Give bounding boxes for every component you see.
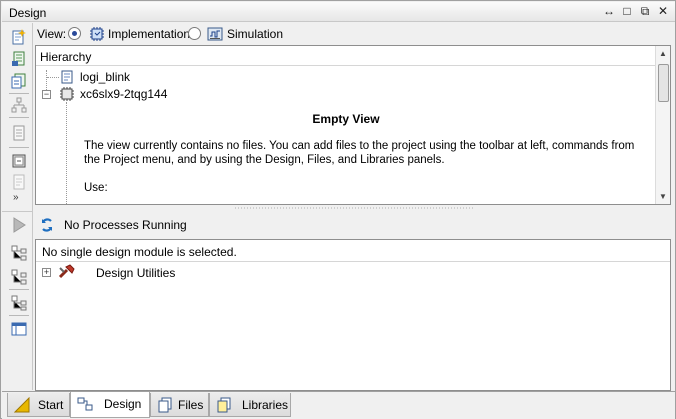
hierarchy-icon[interactable] [11, 97, 27, 113]
tab-start[interactable]: Start [7, 393, 70, 417]
open-without-updating-icon[interactable] [11, 125, 27, 141]
toolbar-separator [9, 93, 29, 94]
process-status-text: No Processes Running [64, 218, 187, 232]
tools-icon [58, 264, 75, 279]
toolbar-separator [9, 117, 29, 118]
empty-view-text: The view currently contains no files. Yo… [84, 140, 635, 166]
rerun-icon[interactable] [11, 295, 27, 311]
start-icon [14, 397, 30, 413]
float-panel-icon[interactable]: ↔ [603, 5, 615, 18]
design-panel: Design ↔ □ ⧉ ✕ » View: Implementation Si… [0, 0, 676, 419]
simulation-icon [207, 27, 223, 41]
restore-panel-icon[interactable]: ⧉ [639, 5, 651, 18]
hierarchy-view[interactable]: Hierarchy logi_blink − xc6slx9-2tqg144 E… [35, 45, 671, 205]
tree-item-logi-blink[interactable]: logi_blink [80, 70, 130, 84]
panel-title-bar: Design ↔ □ ⧉ ✕ [2, 2, 675, 22]
tree-item-device[interactable]: xc6slx9-2tqg144 [80, 87, 167, 101]
simulation-label[interactable]: Simulation [227, 27, 283, 41]
new-source-icon[interactable] [11, 29, 27, 45]
expand-icon[interactable]: + [42, 268, 51, 277]
view-selector-bar: View: Implementation Simulation [35, 23, 675, 45]
panel-tab-bar: Start Design Files Libraries [2, 391, 675, 419]
properties-icon[interactable] [11, 174, 27, 190]
refresh-icon[interactable] [39, 217, 55, 233]
process-properties-icon[interactable] [11, 321, 27, 337]
tab-start-label: Start [38, 398, 64, 412]
expand-all-icon[interactable] [11, 245, 27, 261]
scroll-down-icon[interactable]: ▼ [659, 192, 667, 201]
tab-libraries-label: Libraries [242, 398, 289, 412]
splitter-handle[interactable] [35, 206, 671, 210]
panel-title: Design [9, 6, 47, 20]
tab-design-label: Design [104, 397, 142, 411]
tree-line [47, 77, 59, 78]
close-panel-icon[interactable]: ✕ [657, 5, 669, 18]
files-icon [158, 397, 172, 413]
run-icon[interactable] [11, 217, 27, 233]
toolbar-overflow-icon[interactable]: » [13, 192, 19, 203]
tab-files[interactable]: Files [150, 393, 209, 417]
implementation-label[interactable]: Implementation [108, 27, 190, 41]
add-source-icon[interactable] [11, 51, 27, 67]
empty-view-title: Empty View [312, 112, 380, 126]
implementation-radio[interactable] [68, 27, 81, 40]
toolbar-separator [9, 289, 29, 290]
verilog-file-icon [61, 70, 73, 84]
hierarchy-header: Hierarchy [36, 46, 656, 66]
tree-item-design-utilities[interactable]: Design Utilities [96, 266, 175, 280]
tab-libraries[interactable]: Libraries [209, 393, 291, 417]
processes-header-text: No single design module is selected. [42, 245, 237, 259]
scrollbar-thumb[interactable] [658, 64, 669, 102]
hierarchy-title: Hierarchy [40, 50, 92, 64]
tab-design[interactable]: Design [70, 392, 150, 418]
scroll-up-icon[interactable]: ▲ [659, 49, 667, 58]
simulation-radio[interactable] [188, 27, 201, 40]
view-label: View: [37, 27, 67, 41]
toolbar-separator [9, 147, 29, 148]
device-chip-icon [60, 87, 74, 101]
collapse-icon[interactable]: − [42, 90, 51, 99]
left-toolbar: » [2, 23, 33, 390]
view-html-report-icon[interactable] [11, 153, 27, 169]
tab-files-label: Files [178, 398, 204, 412]
processes-header: No single design module is selected. [36, 240, 670, 262]
libraries-icon [217, 397, 231, 413]
design-icon [77, 397, 93, 411]
processes-view[interactable]: No single design module is selected. + D… [35, 239, 671, 391]
add-copy-of-source-icon[interactable] [11, 73, 27, 89]
tree-line [46, 70, 47, 90]
hierarchy-scrollbar[interactable]: ▲ ▼ [655, 46, 670, 204]
toolbar-separator [2, 211, 32, 212]
implementation-chip-icon [90, 27, 104, 41]
toolbar-separator [9, 315, 29, 316]
maximize-panel-icon[interactable]: □ [621, 5, 633, 18]
collapse-all-icon[interactable] [11, 269, 27, 285]
empty-view-use-label: Use: [84, 182, 108, 194]
processes-status-bar: No Processes Running [35, 213, 671, 237]
